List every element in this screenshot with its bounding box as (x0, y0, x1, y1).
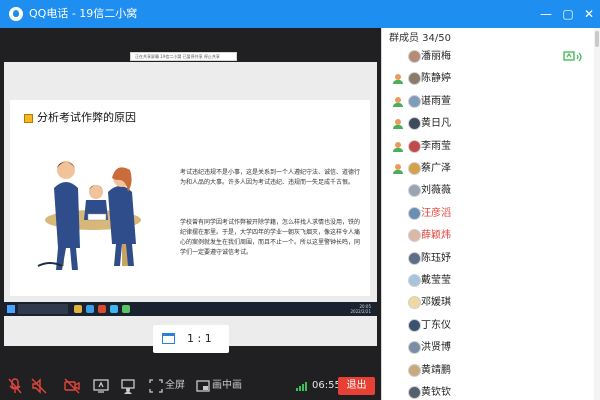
member-name: 黄靖鹏 (421, 364, 451, 376)
fullscreen-button[interactable]: 全屏 (165, 378, 185, 394)
member-name: 李雨莹 (421, 140, 451, 152)
member-name: 邓媛琪 (421, 297, 451, 309)
qq-icon (110, 305, 118, 313)
member-name: 汪彦滔 (421, 207, 451, 219)
avatar[interactable] (408, 139, 421, 153)
avatar[interactable] (408, 72, 421, 86)
member-row[interactable]: 刘薇薇 (381, 180, 593, 202)
presentation-slide: 分析考试作弊的原因 考试违纪违规不是小事，这是关系到一个人遵纪守法、诚信、道德行… (10, 100, 370, 296)
avatar[interactable] (408, 296, 421, 310)
member-name: 黄日凡 (421, 118, 451, 130)
scrollbar-thumb[interactable] (595, 31, 599, 47)
member-permission-icon (393, 96, 403, 107)
member-row[interactable]: 丁东仪 (381, 315, 593, 337)
member-row[interactable]: 汪彦滔 (381, 203, 593, 225)
member-permission-icon (393, 164, 403, 174)
avatar[interactable] (408, 341, 421, 355)
member-name: 洪贤博 (421, 342, 451, 354)
exit-button[interactable]: 退出 (338, 377, 375, 395)
close-button[interactable]: ✕ (579, 4, 599, 24)
maximize-button[interactable]: ▢ (558, 4, 578, 24)
share-status-bar[interactable]: 正在共享屏幕 19信二小窝 已暂停共享 停止共享 (130, 52, 237, 61)
fullscreen-icon[interactable] (149, 378, 163, 394)
panel-divider (381, 28, 382, 400)
window-icon (162, 333, 175, 344)
member-row[interactable]: 陈珏妤 (381, 248, 593, 270)
slide-paragraph-1: 考试违纪违规不是小事，这是关系到一个人遵纪守法、诚信、道德行为和人品的大事。许多… (180, 169, 361, 186)
avatar[interactable] (408, 386, 421, 399)
member-row[interactable]: 洪贤博 (381, 337, 593, 359)
member-row[interactable]: 黄钦钦 (381, 382, 593, 400)
wechat-icon (122, 305, 130, 313)
qq-penguin-icon (9, 7, 23, 21)
heading-bullet (24, 114, 33, 123)
picture-in-picture-icon[interactable] (196, 378, 210, 394)
presenter-icon[interactable] (120, 378, 136, 394)
avatar[interactable] (408, 117, 421, 131)
screen-sharing-icon (563, 51, 582, 62)
avatar[interactable] (408, 318, 421, 332)
powerpoint-icon (98, 305, 106, 313)
member-permission-icon (393, 74, 403, 85)
speaker-muted-icon[interactable] (31, 378, 47, 394)
avatar[interactable] (408, 251, 421, 265)
avatar[interactable] (408, 50, 421, 63)
member-name: 蔡广泽 (421, 163, 451, 174)
member-row[interactable]: 陈静婷 (381, 68, 593, 90)
shared-taskbar: 20:05 2022/2/21 (4, 302, 377, 316)
member-name: 丁东仪 (421, 319, 451, 331)
avatar[interactable] (408, 184, 421, 198)
member-name: 陈珏妤 (421, 252, 451, 264)
aspect-ratio-button[interactable]: 1 : 1 (153, 325, 229, 353)
member-name: 潘丽梅 (421, 51, 451, 62)
member-row[interactable]: 谌雨萱 (381, 91, 593, 113)
member-row[interactable]: 蔡广泽 (381, 158, 593, 180)
avatar[interactable] (408, 206, 421, 220)
member-row[interactable]: 戴莹莹 (381, 270, 593, 292)
member-name: 戴莹莹 (421, 275, 451, 286)
call-duration: 06:55 (312, 380, 341, 391)
members-scrollbar[interactable] (594, 28, 600, 400)
member-permission-icon (393, 141, 403, 152)
browser-icon (86, 305, 94, 313)
member-name: 黄钦钦 (421, 387, 451, 398)
camera-off-icon[interactable] (64, 378, 80, 394)
call-control-bar: 全屏 画中画 06:55 退出 (0, 372, 381, 400)
taskbar-search (18, 304, 68, 314)
windows-start-icon (7, 305, 15, 313)
share-screen-icon[interactable] (93, 378, 109, 394)
title-bar: QQ电话 - 19信二小窝 — ▢ ✕ (0, 0, 600, 28)
slide-heading: 分析考试作弊的原因 (37, 111, 136, 124)
member-name: 陈静婷 (421, 73, 451, 85)
avatar[interactable] (408, 229, 421, 243)
member-name: 谌雨萱 (421, 95, 451, 107)
member-permission-icon (393, 119, 403, 130)
avatar[interactable] (408, 162, 421, 175)
member-row[interactable]: 邓媛琪 (381, 292, 593, 314)
avatar[interactable] (408, 94, 421, 108)
signal-strength-icon (296, 381, 310, 391)
mic-muted-icon[interactable] (8, 378, 22, 394)
member-row[interactable]: 黄靖鹏 (381, 360, 593, 382)
aspect-ratio-label: 1 : 1 (187, 332, 212, 345)
avatar[interactable] (408, 274, 421, 287)
member-row[interactable]: 黄日凡 (381, 113, 593, 135)
slide-paragraph-2: 学校曾有同学因考试作弊被开除学籍，怎么样找人求情也没用，铁的纪律摆在那里。于是，… (180, 219, 361, 256)
minimize-button[interactable]: — (536, 4, 556, 24)
students-illustration (37, 161, 141, 270)
folder-icon (74, 305, 82, 313)
window-title: QQ电话 - 19信二小窝 (29, 7, 138, 20)
member-name: 薛颖炜 (421, 230, 451, 242)
taskbar-clock: 20:05 2022/2/21 (350, 304, 371, 314)
avatar[interactable] (408, 363, 421, 377)
member-name: 刘薇薇 (421, 185, 451, 197)
member-row[interactable]: 李雨莹 (381, 136, 593, 158)
members-count-header: 群成员 34/50 (389, 33, 451, 44)
members-panel: 群成员 34/50 潘丽梅陈静婷谌雨萱黄日凡李雨莹蔡广泽刘薇薇汪彦滔薛颖炜陈珏妤… (381, 28, 600, 400)
picture-in-picture-button[interactable]: 画中画 (212, 378, 242, 394)
member-row[interactable]: 潘丽梅 (381, 46, 593, 68)
member-row[interactable]: 薛颖炜 (381, 225, 593, 247)
